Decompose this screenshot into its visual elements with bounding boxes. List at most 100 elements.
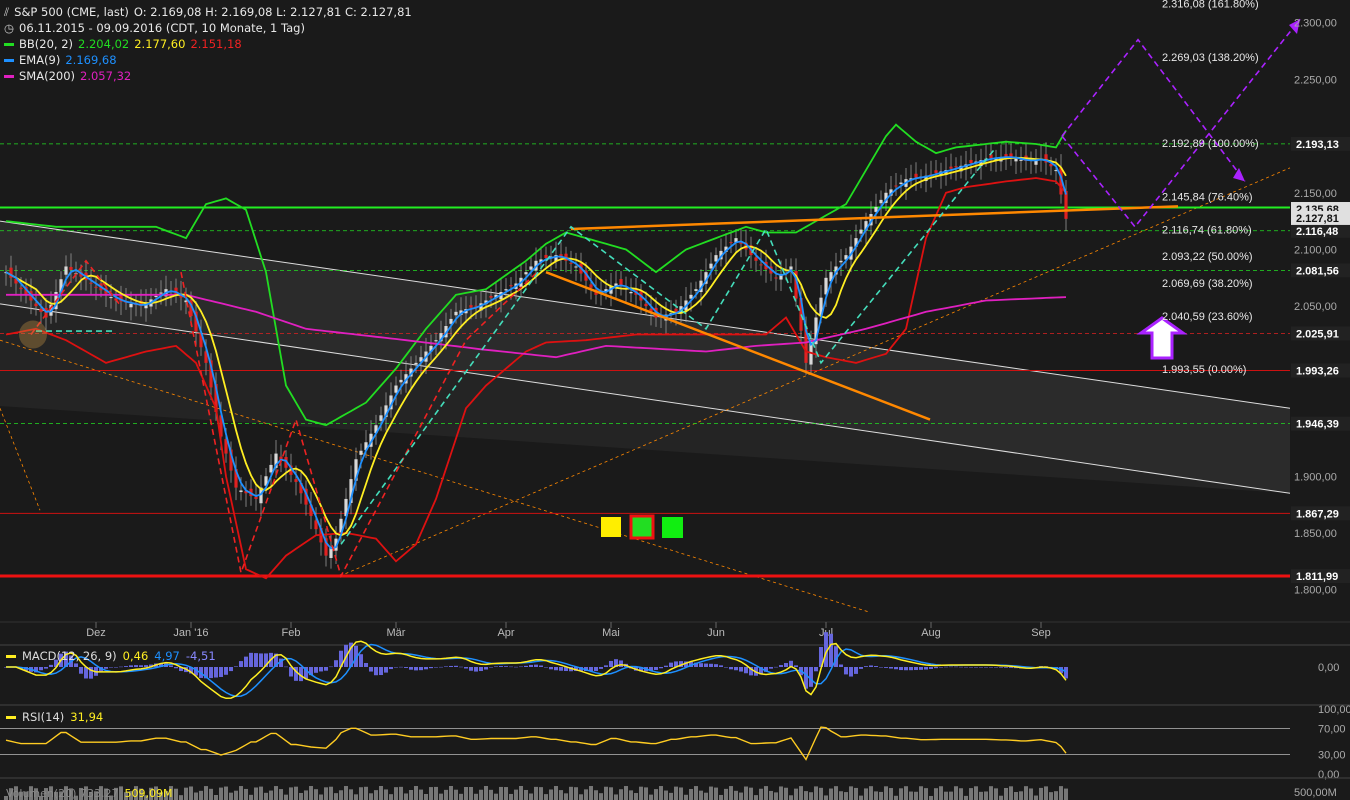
macd-histogram-bar [374,667,378,676]
candle-body [454,311,458,316]
volume-bar [384,789,388,800]
volume-bar [254,787,258,800]
volume-bar [459,793,463,800]
macd-histogram-bar [449,665,453,667]
volume-bar [994,788,998,800]
macd-histogram-bar [509,666,513,668]
fib-label-3: 2.145,84 (76.40%) [1162,191,1253,203]
ema-swatch [4,58,14,62]
volume-bar [399,786,403,800]
macd-histogram-bar [969,666,973,668]
macd-histogram-bar [909,667,913,671]
rsi-value: 31,94 [70,710,104,724]
macd-histogram-bar [894,667,898,670]
volume-bar [729,786,733,800]
candle-body [839,260,843,263]
level-tag-4: 1.993,26 [1296,366,1339,378]
volume-bar [724,788,728,800]
fib-label-6: 2.069,69 (38.20%) [1162,278,1253,290]
rsi-tick-1: 70,00 [1318,724,1346,736]
macd-histogram-bar [599,667,603,669]
volume-bar [239,786,243,800]
volume-bar [839,791,843,800]
volume-bar [369,793,373,800]
macd-histogram-bar [459,666,463,668]
candle-body [529,266,533,270]
macd-histogram-bar [409,667,413,670]
macd-histogram-bar [699,663,703,667]
volume-bar [394,787,398,800]
ema-label: EMA(9) [19,53,61,67]
macd-histogram-bar [119,666,123,668]
macd-histogram-bar [889,667,893,669]
volume-bar [939,786,943,800]
macd-histogram-bar [39,667,43,671]
volume-bar [404,793,408,800]
volume-bar [999,795,1003,800]
volume-bar [469,786,473,800]
candle-body [64,266,68,275]
volume-bar [1009,786,1013,800]
volume-bar [264,792,268,800]
volume-bar [884,786,888,800]
volume-bar [774,792,778,800]
macd-histogram-bar [974,667,978,668]
candle-body [109,297,113,299]
volume-bar [904,786,908,800]
macd-histogram-bar [524,665,528,667]
price-chart[interactable]: 2.316,08 (161.80%) 2.269,03 (138.20%) 2.19… [0,0,1350,800]
macd-histogram-bar [719,665,723,667]
volume-bar [559,790,563,800]
volume-bar [444,789,448,800]
volume-bar [414,786,418,800]
macd-histogram-bar [884,667,888,668]
candle-body [879,199,883,204]
macd-histogram-bar [424,667,428,670]
volume-bar [1004,787,1008,800]
macd-histogram-bar [429,667,433,669]
candle-body [1064,190,1068,219]
volume-bar [509,793,513,800]
volume-bar [324,787,328,800]
green-signal-square [662,517,683,538]
volume-bar [194,792,198,800]
volume-bar [714,787,718,800]
macd-histogram-bar [44,667,48,669]
volume-bar [584,789,588,800]
volume-bar [344,786,348,800]
volume-bar [339,790,343,800]
volume-bar [929,795,933,800]
candle-body [574,266,578,268]
macd-histogram-bar [854,667,858,674]
macd-histogram-bar [784,663,788,667]
macd-legend: MACD(12, 26, 9) 0,46 4,97 -4,51 [6,649,216,663]
candle-body [524,272,528,275]
macd-histogram-bar [929,667,933,669]
y-tick-6: 1.850,00 [1294,528,1337,540]
volume-bar [484,786,488,800]
volume-bar [949,791,953,800]
volume-bar [519,786,523,800]
volume-bar [889,788,893,800]
macd-histogram-bar [239,661,243,667]
macd-histogram-bar [814,667,818,672]
macd-histogram-bar [704,663,708,667]
volume-bar [259,786,263,800]
volume-bar [209,788,213,800]
volume-bar [204,786,208,800]
volume-bar [219,787,223,800]
left-dotted-trend [0,408,41,511]
macd-histogram-bar [369,667,373,672]
volume-bar [354,794,358,800]
volume-bar [184,787,188,800]
candle-body [569,262,573,264]
macd-histogram-bar [979,667,983,668]
volume-bar [454,789,458,800]
volume-bar [859,795,863,800]
bb-v3: 2.151,18 [190,37,242,51]
volume-bar [284,794,288,800]
volume-bar [564,793,568,800]
volume-bar [944,791,948,800]
candle-body [859,229,863,234]
volume-bar [629,790,633,800]
